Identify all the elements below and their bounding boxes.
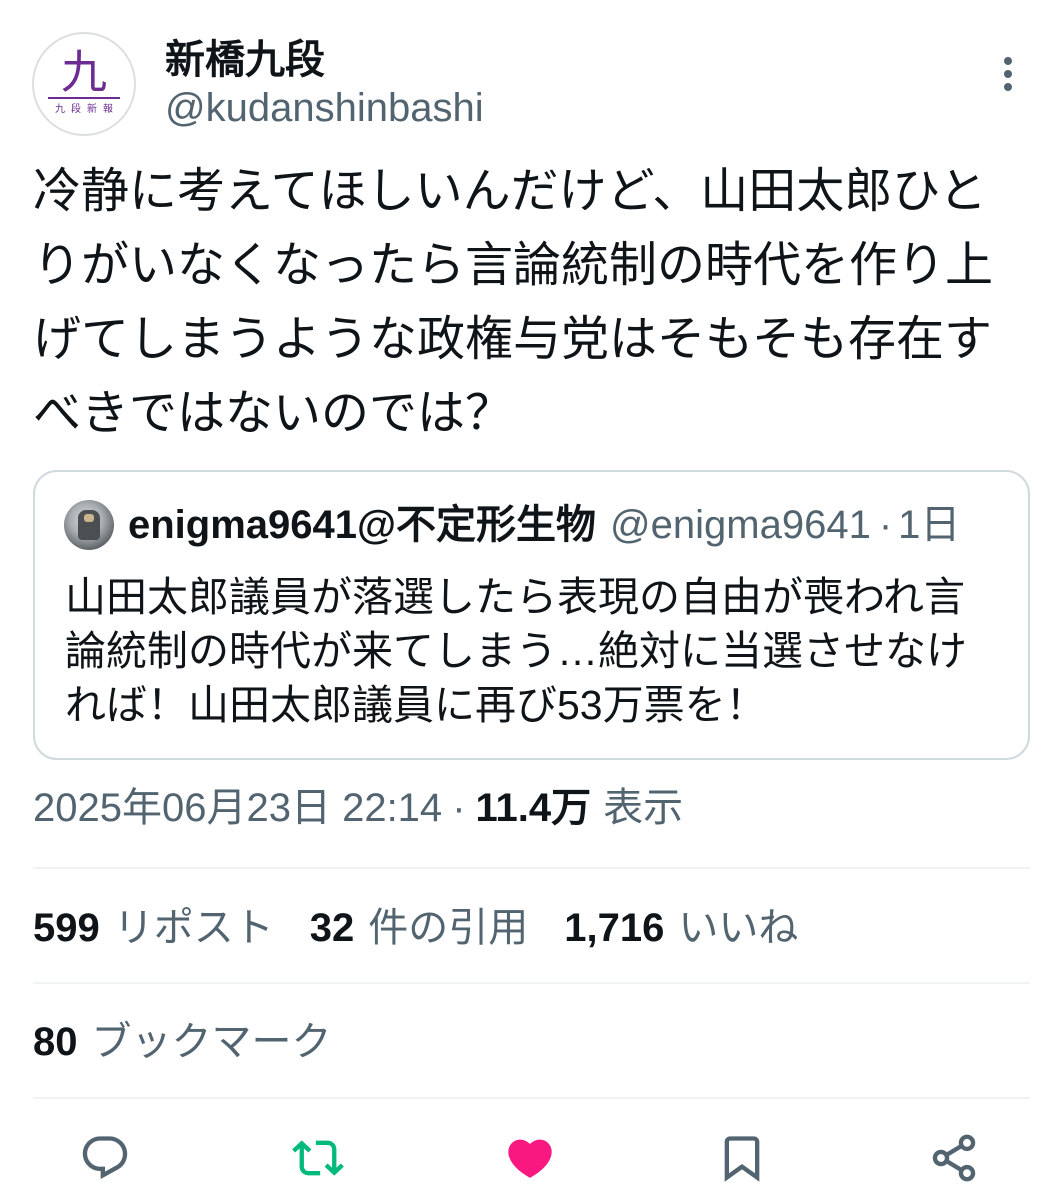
like-label: いいね [678, 906, 799, 950]
repost-label: リポスト [113, 906, 274, 950]
bookmark-icon [724, 1136, 760, 1182]
divider [33, 1097, 1030, 1099]
share-button[interactable] [924, 1128, 984, 1188]
quoted-author-name[interactable]: enigma9641@不定形生物 [128, 503, 596, 547]
views-count: 11.4万 [475, 786, 592, 830]
likes-stat-link[interactable]: 1,716 いいね [564, 904, 798, 952]
avatar-logo-caption: 九段新報 [55, 104, 119, 115]
quoted-separator: · [878, 503, 893, 547]
engagement-stats: 599 リポスト 32 件の引用 1,716 いいね [33, 904, 834, 952]
bookmarks-stat-link[interactable]: 80 ブックマーク [33, 1018, 332, 1066]
quoted-tweet-header: enigma9641@不定形生物 @enigma9641 · 1日 [128, 501, 960, 549]
reply-button[interactable] [75, 1128, 135, 1188]
like-button[interactable] [500, 1128, 560, 1188]
bookmark-stats: 80 ブックマーク [33, 1018, 368, 1066]
avatar-logo-glyph: 九 [61, 45, 107, 99]
quote-label: 件の引用 [368, 906, 529, 950]
repost-count: 599 [33, 906, 100, 950]
quoted-avatar-figure-detail [84, 514, 94, 522]
bookmark-button[interactable] [712, 1128, 772, 1188]
bookmark-count: 80 [33, 1020, 78, 1064]
divider [33, 867, 1030, 869]
repost-button[interactable] [288, 1128, 348, 1188]
like-icon [508, 1139, 552, 1178]
author-avatar[interactable]: 九 九段新報 [32, 32, 136, 136]
tweet-meta: 2025年06月23日 22:14 · 11.4万 表示 [33, 784, 683, 832]
quoted-tweet-text: 山田太郎議員が落選したら表現の自由が喪われ言論統制の時代が来てしまう…絶対に当選… [65, 574, 967, 728]
like-count: 1,716 [564, 906, 665, 950]
tweet-text: 冷静に考えてほしいんだけど、山田太郎ひとりがいなくなったら言論統制の時代を作り上… [33, 165, 994, 440]
quoted-author-handle[interactable]: @enigma9641 [610, 503, 871, 547]
views-label: 表示 [603, 786, 684, 830]
avatar-logo-rule [48, 97, 120, 99]
meta-separator: · [452, 786, 466, 830]
tweet-timestamp[interactable]: 2025年06月23日 22:14 [33, 786, 442, 830]
quoted-author-avatar[interactable] [64, 500, 114, 550]
quoted-tweet-age[interactable]: 1日 [898, 503, 960, 547]
quote-count: 32 [309, 906, 355, 950]
author-handle[interactable]: @kudanshinbashi [165, 84, 484, 132]
repost-icon [292, 1140, 344, 1176]
more-options-button[interactable] [990, 52, 1026, 96]
bookmark-label: ブックマーク [91, 1020, 332, 1064]
more-vertical-icon [1004, 57, 1012, 91]
reposts-stat-link[interactable]: 599 リポスト [33, 904, 274, 952]
divider [33, 982, 1030, 984]
reply-icon [82, 1136, 128, 1180]
share-icon [932, 1134, 976, 1182]
quotes-stat-link[interactable]: 32 件の引用 [310, 904, 529, 952]
author-display-name[interactable]: 新橋九段 [165, 36, 325, 84]
